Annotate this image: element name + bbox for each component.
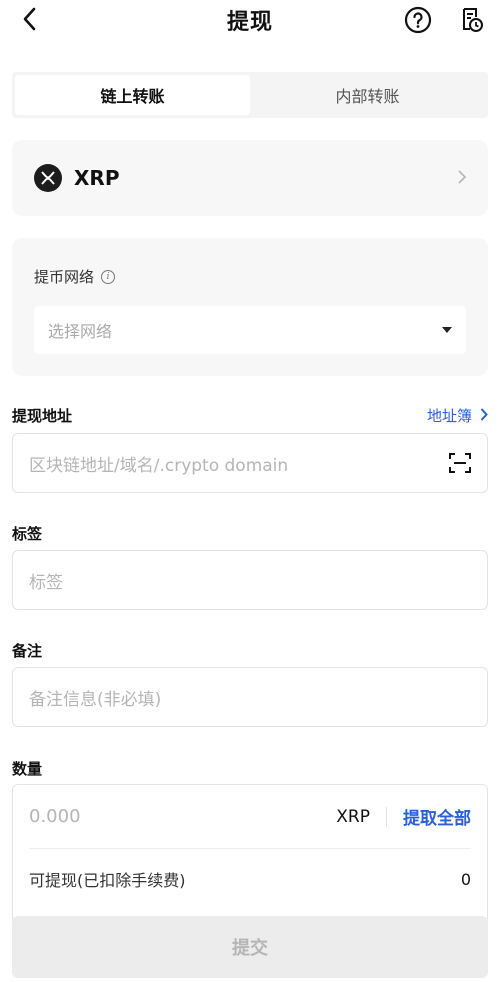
tag-input[interactable]: 标签 bbox=[12, 550, 488, 610]
amount-placeholder: 0.000 bbox=[29, 806, 81, 827]
available-row: 可提现(已扣除手续费) 0 bbox=[29, 867, 471, 891]
withdraw-all-button[interactable]: 提取全部 bbox=[403, 804, 471, 829]
submit-button[interactable]: 提交 bbox=[12, 916, 488, 978]
transfer-type-tabs: 链上转账 内部转账 bbox=[12, 72, 488, 118]
memo-placeholder: 备注信息(非必填) bbox=[29, 689, 162, 710]
chevron-right-icon bbox=[480, 407, 488, 425]
address-book-label: 地址簿 bbox=[426, 407, 472, 425]
tag-label: 标签 bbox=[12, 525, 43, 543]
address-book-link[interactable]: 地址簿 bbox=[427, 405, 488, 426]
coin-selector[interactable]: XRP bbox=[12, 140, 488, 216]
network-placeholder: 选择网络 bbox=[48, 322, 113, 341]
available-label: 可提现(已扣除手续费) bbox=[29, 871, 186, 890]
available-value: 0 bbox=[460, 869, 471, 889]
memo-input[interactable]: 备注信息(非必填) bbox=[12, 667, 488, 727]
network-label-text: 提币网络 bbox=[34, 268, 95, 286]
coin-symbol: XRP bbox=[74, 166, 120, 190]
amount-section: 0.000 XRP 提取全部 可提现(已扣除手续费) 0 bbox=[12, 784, 488, 924]
network-section: 提币网络 i 选择网络 bbox=[12, 238, 488, 376]
tag-placeholder: 标签 bbox=[29, 572, 63, 593]
tab-internal-transfer[interactable]: 内部转账 bbox=[250, 75, 485, 115]
amount-unit: XRP bbox=[336, 806, 370, 827]
network-label: 提币网络 i bbox=[34, 266, 116, 287]
info-icon[interactable]: i bbox=[101, 269, 116, 284]
network-select[interactable]: 选择网络 bbox=[34, 306, 466, 354]
amount-input[interactable]: 0.000 XRP 提取全部 bbox=[29, 785, 471, 849]
question-circle-icon bbox=[404, 6, 432, 34]
amount-label: 数量 bbox=[12, 760, 43, 778]
header-bar: 提现 bbox=[0, 0, 500, 42]
record-history-icon bbox=[463, 8, 483, 32]
chevron-right-icon bbox=[458, 168, 467, 189]
address-input[interactable]: 区块链地址/域名/.crypto domain bbox=[12, 433, 488, 493]
xrp-coin-icon bbox=[34, 164, 62, 192]
address-placeholder: 区块链地址/域名/.crypto domain bbox=[29, 455, 289, 476]
scan-icon[interactable] bbox=[449, 452, 471, 474]
divider bbox=[386, 806, 387, 827]
memo-label: 备注 bbox=[12, 642, 43, 660]
address-label: 提现地址 bbox=[12, 407, 73, 425]
help-button[interactable] bbox=[402, 4, 434, 36]
tab-onchain-transfer[interactable]: 链上转账 bbox=[15, 75, 250, 115]
history-button[interactable] bbox=[456, 4, 488, 36]
caret-down-icon bbox=[442, 327, 452, 333]
